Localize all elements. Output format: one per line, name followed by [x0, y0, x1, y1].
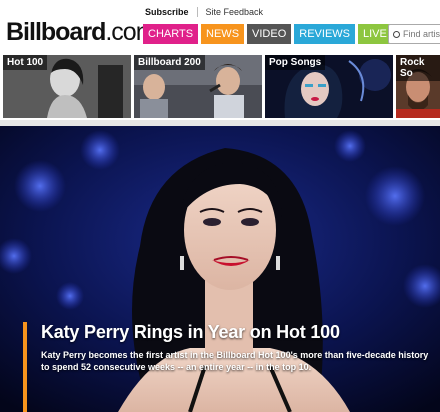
utility-links: Subscribe Site Feedback	[145, 7, 263, 17]
chart-card-billboard-200[interactable]: Billboard 200	[134, 55, 262, 118]
billboard-logo[interactable]: Billboard.com	[6, 18, 157, 47]
hero-feature[interactable]: Katy Perry Rings in Year on Hot 100 Katy…	[0, 126, 440, 412]
chart-card-rock-songs[interactable]: Rock So	[396, 55, 440, 118]
hero-summary: Katy Perry becomes the first artist in t…	[41, 350, 429, 372]
chart-card-hot-100[interactable]: Hot 100	[3, 55, 131, 118]
site-feedback-link[interactable]: Site Feedback	[206, 7, 264, 17]
logo-wordmark: Billboard	[6, 18, 106, 46]
chart-card-label: Hot 100	[3, 55, 48, 70]
chart-card-label: Rock So	[396, 55, 440, 81]
nav-tab-video[interactable]: VIDEO	[247, 24, 292, 44]
nav-tab-live[interactable]: LIVE	[358, 24, 392, 44]
hero-accent-bar	[23, 322, 27, 412]
subscribe-link[interactable]: Subscribe	[145, 7, 189, 17]
nav-tab-reviews[interactable]: REVIEWS	[294, 24, 355, 44]
search-input[interactable]	[403, 29, 440, 39]
search-box[interactable]	[388, 24, 440, 44]
nav-tab-news[interactable]: NEWS	[201, 24, 245, 44]
search-icon	[393, 31, 400, 38]
charts-strip: Hot 100 Billboard 200 Pop Songs Rock So	[0, 52, 440, 120]
site-header: Billboard.com Subscribe Site Feedback CH…	[0, 0, 440, 52]
hero-headline[interactable]: Katy Perry Rings in Year on Hot 100	[41, 322, 340, 343]
main-nav: CHARTS NEWS VIDEO REVIEWS LIVE	[143, 24, 392, 44]
nav-tab-charts[interactable]: CHARTS	[143, 24, 199, 44]
chart-card-label: Pop Songs	[265, 55, 326, 70]
chart-card-pop-songs[interactable]: Pop Songs	[265, 55, 393, 118]
utility-divider	[196, 7, 198, 17]
chart-card-label: Billboard 200	[134, 55, 205, 70]
